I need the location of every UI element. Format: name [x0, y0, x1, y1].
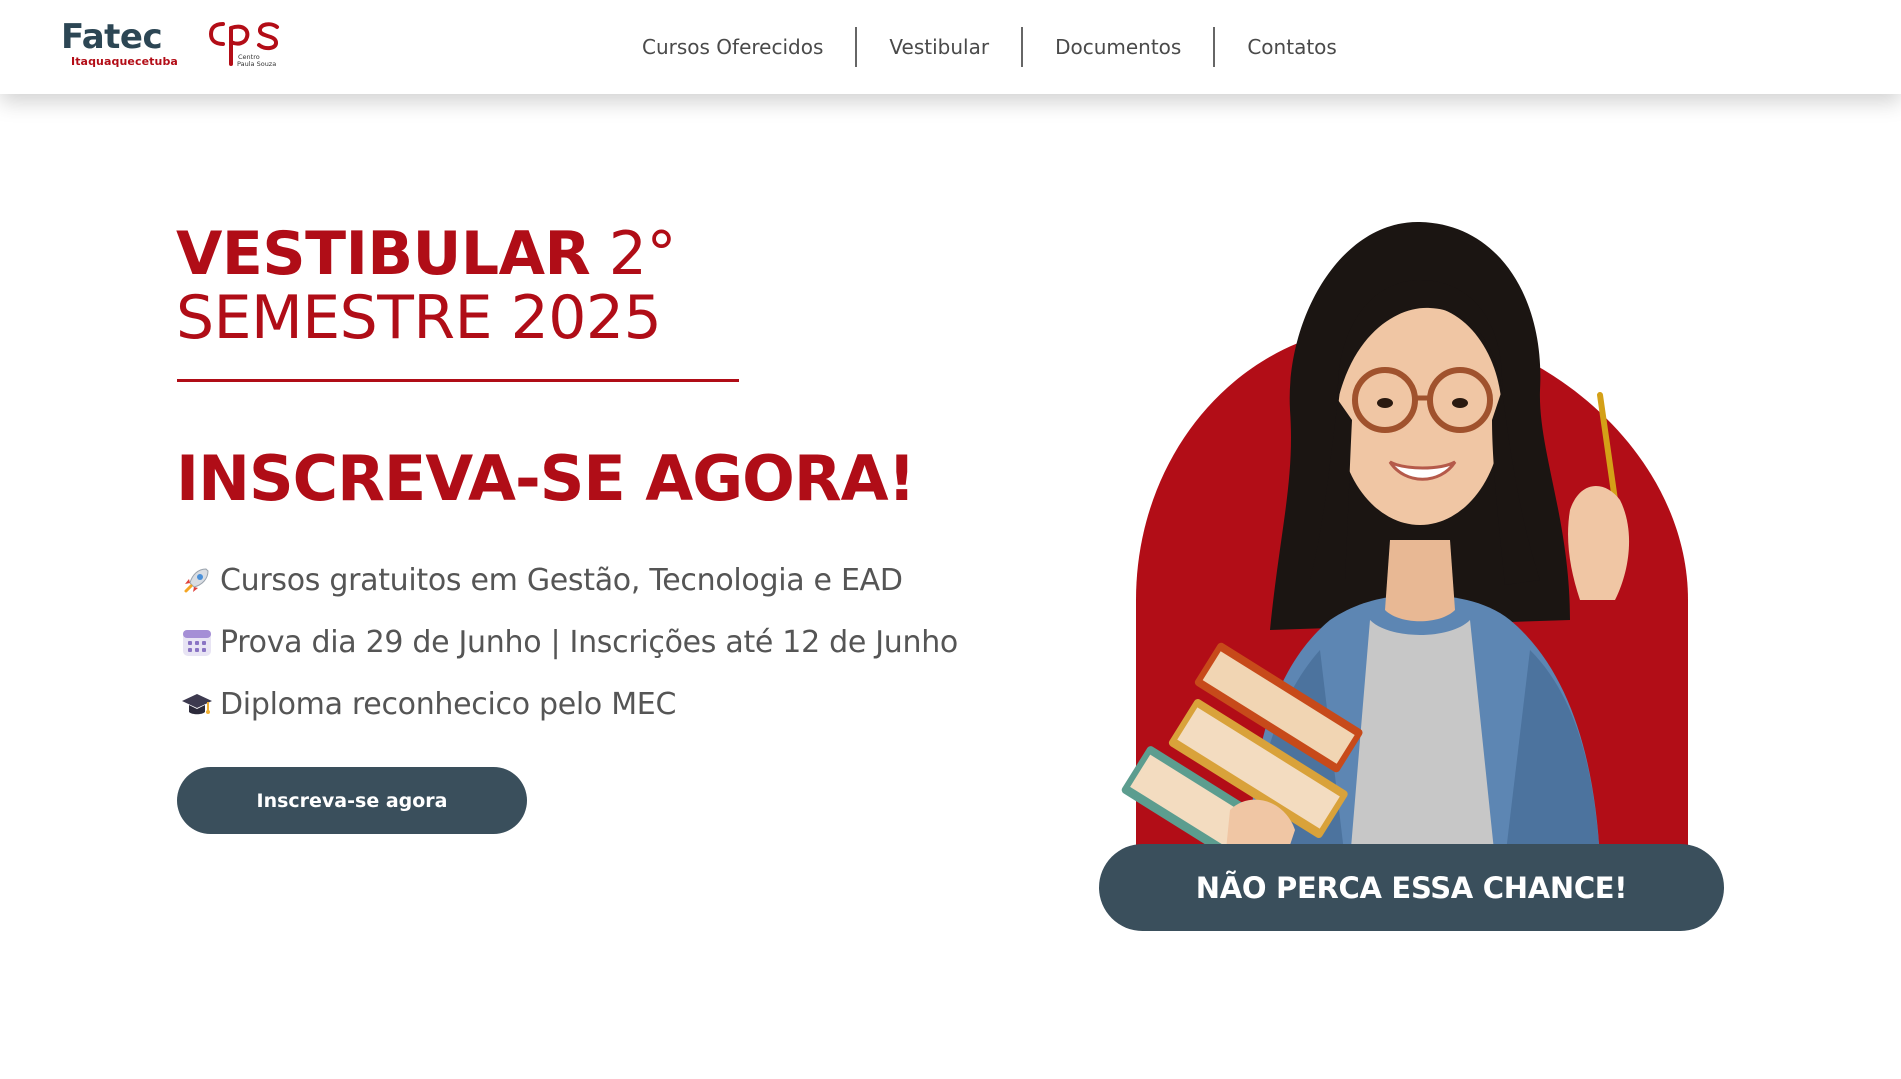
nav-contatos[interactable]: Contatos: [1215, 26, 1368, 68]
cps-logo[interactable]: Centro Paula Souza: [207, 18, 281, 70]
calendar-icon: [180, 625, 214, 659]
cps-logo-line2: Paula Souza: [237, 60, 277, 68]
fatec-logo[interactable]: Fatec Itaquaquecetuba: [61, 17, 178, 72]
graduation-cap-icon: [180, 687, 214, 721]
hero-title-light: 2°: [590, 219, 677, 289]
main-nav: Cursos Oferecidos Vestibular Documentos …: [610, 26, 1369, 68]
feature-text: Diploma reconhecico pelo MEC: [220, 686, 677, 722]
nav-vestibular[interactable]: Vestibular: [857, 26, 1021, 68]
cta-heading: INSCREVA-SE AGORA!: [176, 442, 916, 515]
site-header: Fatec Itaquaquecetuba Centro Paula Souza…: [0, 0, 1901, 94]
fatec-logo-name: Fatec: [61, 17, 163, 57]
fatec-logo-city: Itaquaquecetuba: [71, 55, 178, 68]
hero-title-line2: SEMESTRE 2025: [176, 283, 662, 353]
rocket-icon: [180, 563, 214, 597]
nav-cursos-oferecidos[interactable]: Cursos Oferecidos: [610, 26, 855, 68]
feature-item: Diploma reconhecico pelo MEC: [180, 684, 958, 724]
signup-button[interactable]: Inscreva-se agora: [177, 767, 527, 834]
dont-miss-banner[interactable]: NÃO PERCA ESSA CHANCE!: [1099, 844, 1724, 931]
feature-item: Cursos gratuitos em Gestão, Tecnologia e…: [180, 560, 958, 600]
hero-divider: [177, 379, 739, 382]
hero-title-bold: VESTIBULAR: [176, 219, 591, 289]
feature-text: Cursos gratuitos em Gestão, Tecnologia e…: [220, 562, 903, 598]
feature-item: Prova dia 29 de Junho | Inscrições até 1…: [180, 622, 958, 662]
hero-title-line1: VESTIBULAR 2°: [176, 222, 676, 286]
nav-documentos[interactable]: Documentos: [1023, 26, 1213, 68]
feature-list: Cursos gratuitos em Gestão, Tecnologia e…: [180, 560, 958, 746]
feature-text: Prova dia 29 de Junho | Inscrições até 1…: [220, 624, 958, 660]
